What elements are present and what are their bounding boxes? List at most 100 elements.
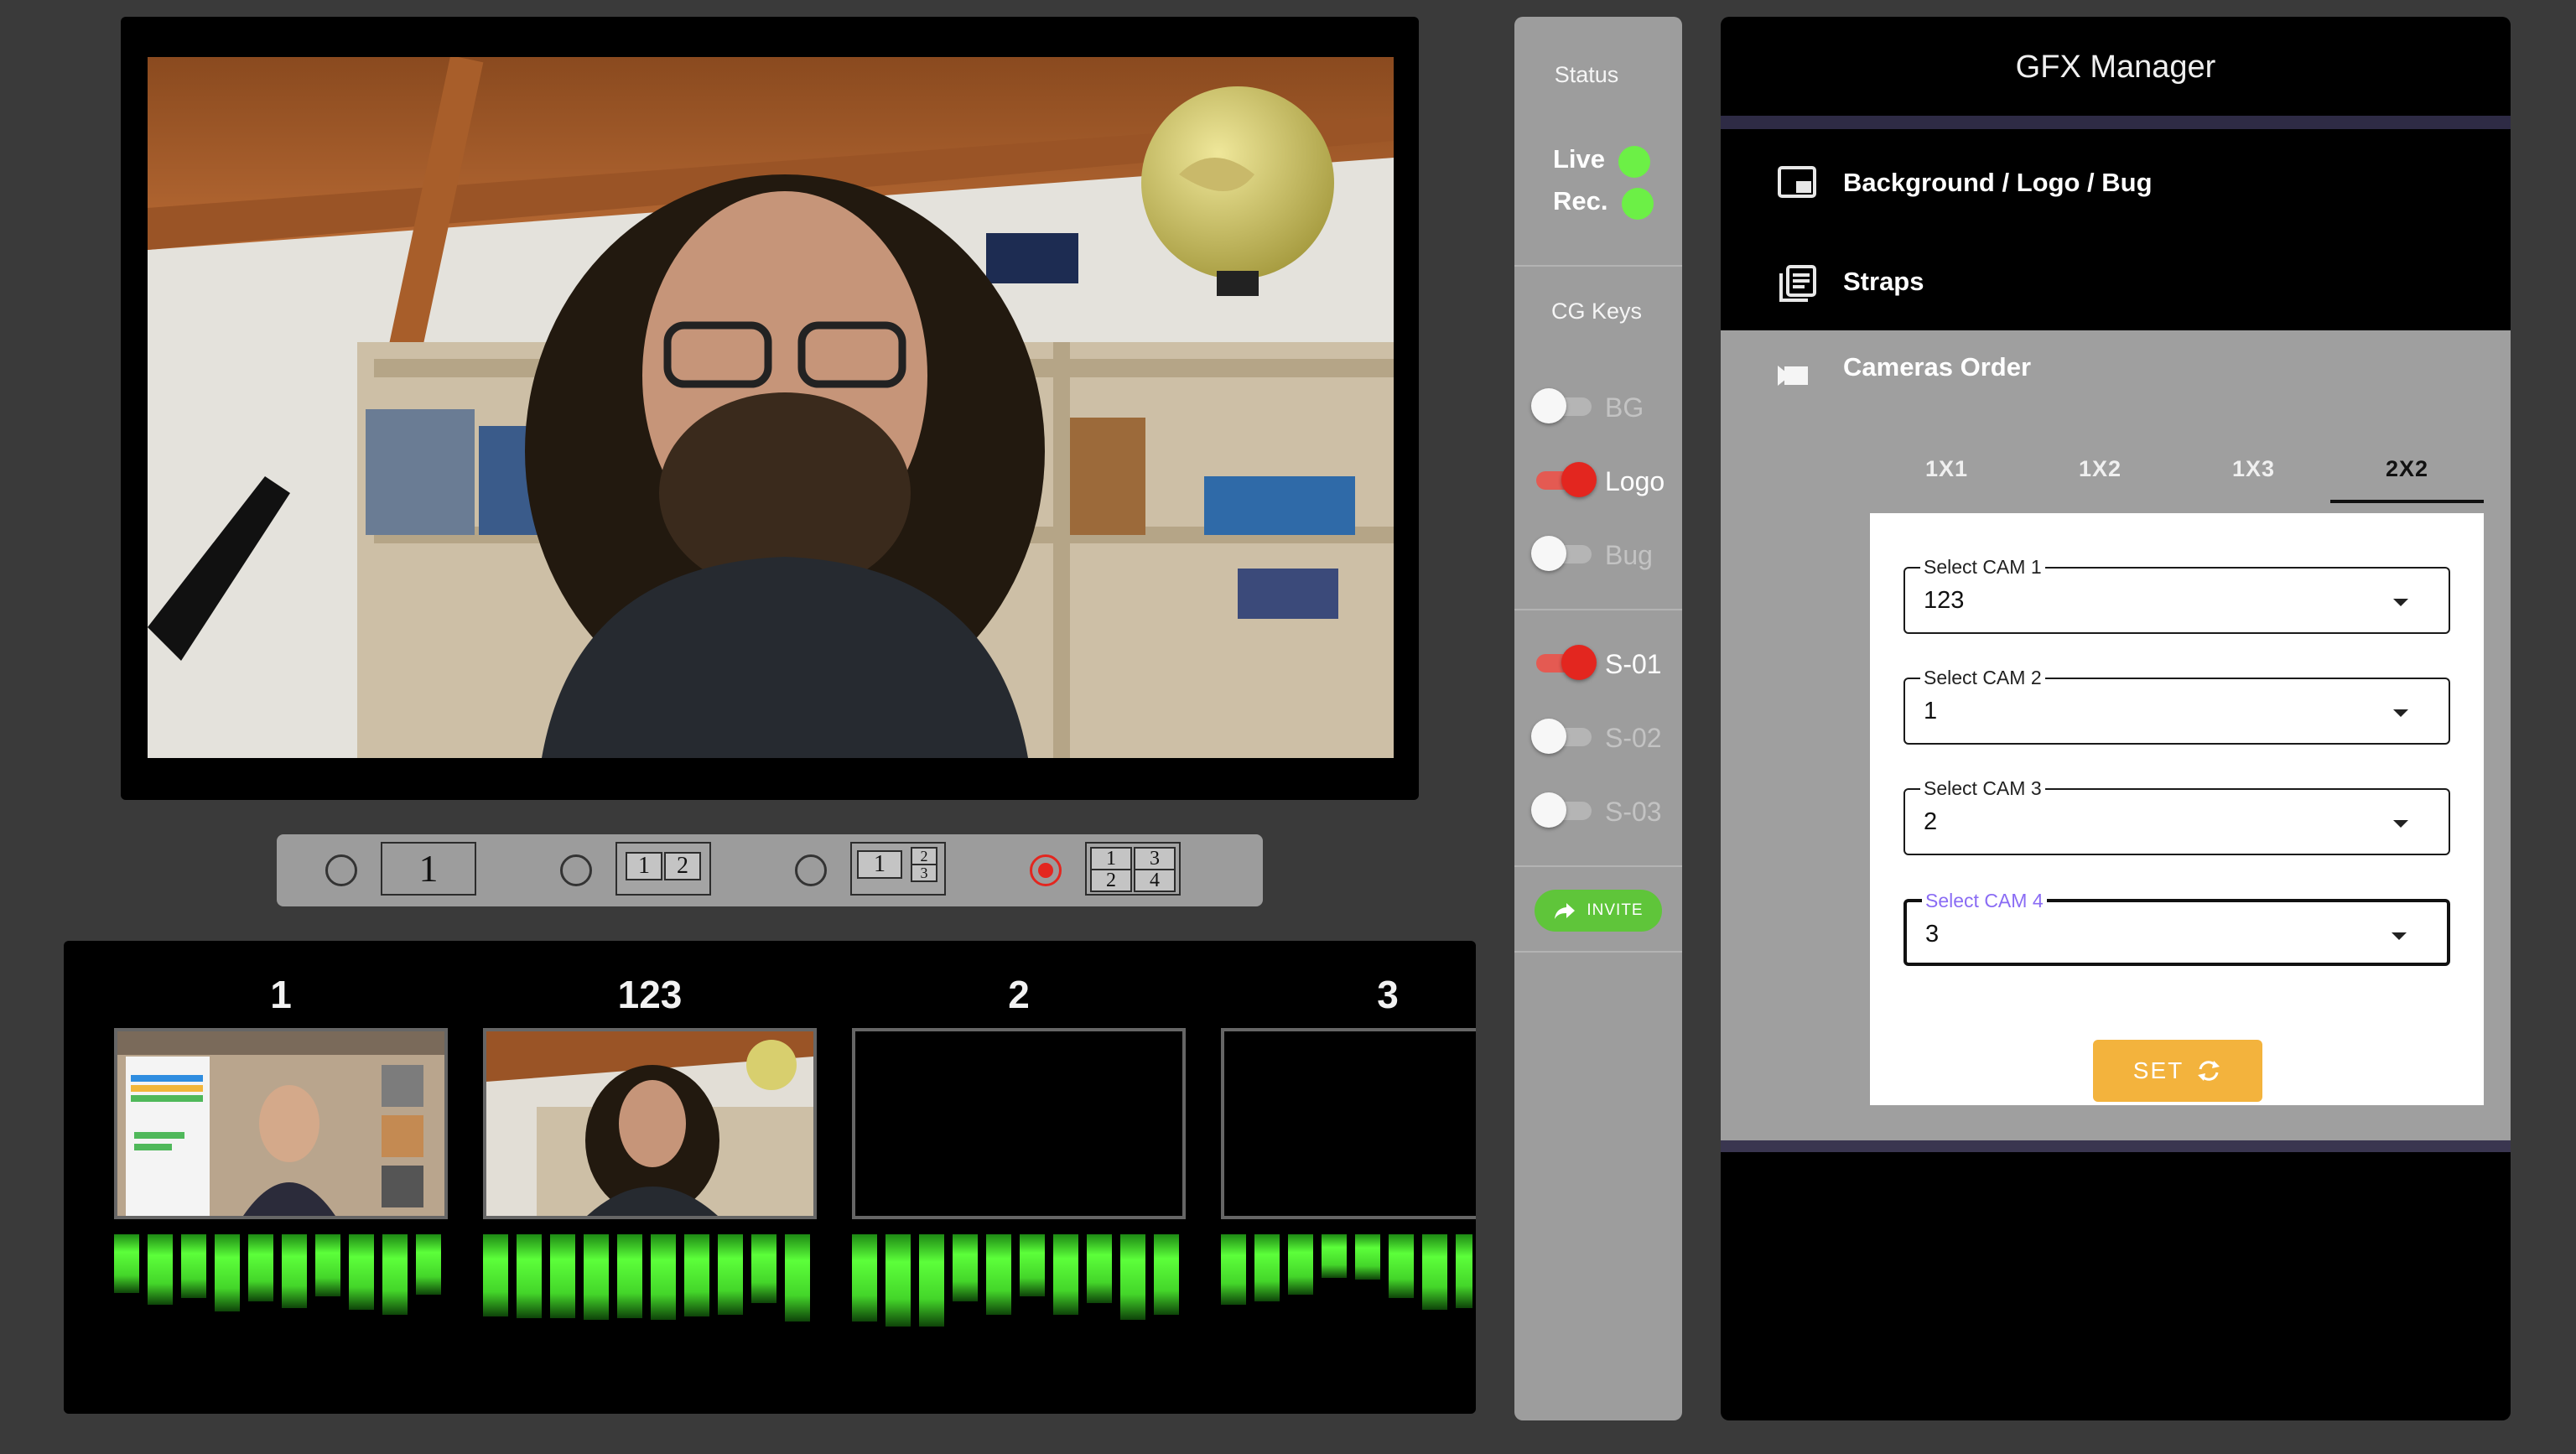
select-cam-3[interactable]: Select CAM 3 2: [1903, 776, 2450, 855]
camera-feed-image: [117, 1031, 444, 1216]
camera-thumbnail[interactable]: [114, 1028, 448, 1219]
menu-straps[interactable]: Straps: [1721, 228, 2511, 320]
layout-cell: 1: [857, 850, 902, 879]
camera-sources-panel: 1 123 2 3: [64, 941, 1476, 1414]
set-button[interactable]: SET: [2093, 1040, 2262, 1102]
camera-label: 1: [270, 973, 292, 1016]
layout-cell: 1: [1090, 847, 1132, 870]
tab-1x2[interactable]: 1X2: [2023, 456, 2177, 503]
meter-bar: [215, 1234, 240, 1311]
layout-radio-1x3[interactable]: [795, 854, 827, 886]
meter-bar: [1053, 1234, 1078, 1315]
meter-bar: [1422, 1234, 1447, 1310]
meter-bar: [1355, 1234, 1380, 1280]
meter-bar: [953, 1234, 978, 1301]
meter-bar: [1087, 1234, 1112, 1303]
divider: [1514, 951, 1682, 953]
layout-cell: 2: [664, 852, 701, 880]
meter-bar: [1456, 1234, 1472, 1308]
camera-label: 123: [617, 973, 683, 1016]
tab-1x1[interactable]: 1X1: [1870, 456, 2023, 503]
meter-bar: [751, 1234, 776, 1303]
meter-bar: [785, 1234, 810, 1322]
camera-source-2[interactable]: 2: [852, 969, 1186, 1327]
tab-2x2[interactable]: 2X2: [2330, 456, 2484, 503]
meter-bar: [886, 1234, 911, 1327]
meter-bar: [986, 1234, 1011, 1315]
divider: [1514, 865, 1682, 867]
toggle-bug[interactable]: [1531, 535, 1597, 572]
select-cam-3-label: Select CAM 3: [1920, 776, 2045, 800]
toggle-s03[interactable]: [1531, 792, 1597, 828]
program-video: [148, 57, 1394, 758]
meter-bar: [349, 1234, 374, 1310]
meter-bar: [114, 1234, 139, 1293]
toggle-s03-label: S-03: [1605, 797, 1662, 827]
toggle-bg[interactable]: [1531, 387, 1597, 424]
layout-cell: 1: [626, 852, 662, 880]
toggle-logo-label: Logo: [1605, 466, 1665, 496]
live-indicator-icon: [1618, 146, 1650, 178]
presenter-video-frame: [148, 57, 1394, 758]
toggle-s02[interactable]: [1531, 718, 1597, 755]
layout-preview-1x2[interactable]: 1 2: [615, 842, 711, 896]
meter-bar: [416, 1234, 441, 1295]
divider: [1514, 265, 1682, 267]
layout-radio-1x1[interactable]: [325, 854, 357, 886]
share-arrow-icon: [1555, 903, 1576, 919]
meter-bar: [382, 1234, 408, 1315]
audio-meter: [852, 1234, 1186, 1327]
tab-1x3[interactable]: 1X3: [2177, 456, 2330, 503]
dropdown-arrow-icon: [2393, 709, 2408, 717]
toggle-bug-label: Bug: [1605, 540, 1653, 570]
rec-label: Rec.: [1553, 186, 1608, 216]
layout-preview-1x3[interactable]: 1 2 3: [850, 842, 946, 896]
camera-thumbnail[interactable]: [483, 1028, 817, 1219]
layout-radio-1x2[interactable]: [560, 854, 592, 886]
select-cam-4-label: Select CAM 4: [1922, 889, 2047, 912]
toggle-s01[interactable]: [1531, 644, 1597, 681]
meter-bar: [1288, 1234, 1313, 1295]
dropdown-arrow-icon: [2393, 599, 2408, 606]
select-cam-1-value: 123: [1924, 587, 1965, 614]
invite-button[interactable]: INVITE: [1535, 890, 1662, 932]
toggle-s02-label: S-02: [1605, 723, 1662, 753]
invite-label: INVITE: [1587, 901, 1644, 919]
title-separator: [1721, 116, 2511, 129]
meter-bar: [1120, 1234, 1145, 1320]
camera-label: 3: [1377, 973, 1399, 1016]
layout-radio-2x2[interactable]: [1030, 854, 1062, 886]
live-label: Live: [1553, 144, 1606, 174]
meter-bar: [852, 1234, 877, 1322]
camera-source-1[interactable]: 1: [114, 969, 448, 1323]
cameras-order-section: Cameras Order 1X1 1X2 1X3 2X2 Select CAM…: [1721, 330, 2511, 1140]
videocam-icon: [1778, 366, 1808, 386]
menu-label: Background / Logo / Bug: [1843, 168, 2153, 197]
camera-thumbnail[interactable]: [852, 1028, 1186, 1219]
layout-tabs: 1X1 1X2 1X3 2X2: [1870, 456, 2484, 503]
select-cam-2[interactable]: Select CAM 2 1: [1903, 666, 2450, 745]
section-separator: [1721, 1140, 2511, 1152]
toggle-logo[interactable]: [1531, 461, 1597, 498]
layout-preview-2x2[interactable]: 1 3 2 4: [1085, 842, 1181, 896]
toggle-bg-label: BG: [1605, 392, 1644, 423]
meter-bar: [1254, 1234, 1280, 1301]
select-cam-4[interactable]: Select CAM 4 3: [1903, 889, 2450, 966]
cg-keys-heading: CG Keys: [1550, 299, 1643, 324]
status-sidebar: Status Live Rec. CG Keys BG Logo Bug S-0…: [1514, 17, 1682, 1420]
rec-indicator-icon: [1622, 188, 1654, 220]
meter-bar: [718, 1234, 743, 1315]
meter-bar: [584, 1234, 609, 1320]
menu-background-logo-bug[interactable]: Background / Logo / Bug: [1721, 129, 2511, 221]
layout-preview-1x1[interactable]: 1: [381, 842, 476, 896]
camera-source-3[interactable]: 3: [1221, 969, 1476, 1323]
camera-source-123[interactable]: 123: [483, 969, 817, 1323]
meter-bar: [919, 1234, 944, 1327]
meter-bar: [1322, 1234, 1347, 1278]
menu-cameras-order[interactable]: Cameras Order: [1721, 330, 2511, 423]
camera-thumbnail[interactable]: [1221, 1028, 1476, 1219]
select-cam-1[interactable]: Select CAM 1 123: [1903, 555, 2450, 634]
meter-bar: [617, 1234, 642, 1318]
layout-cell: 1: [418, 847, 439, 890]
meter-bar: [181, 1234, 206, 1298]
